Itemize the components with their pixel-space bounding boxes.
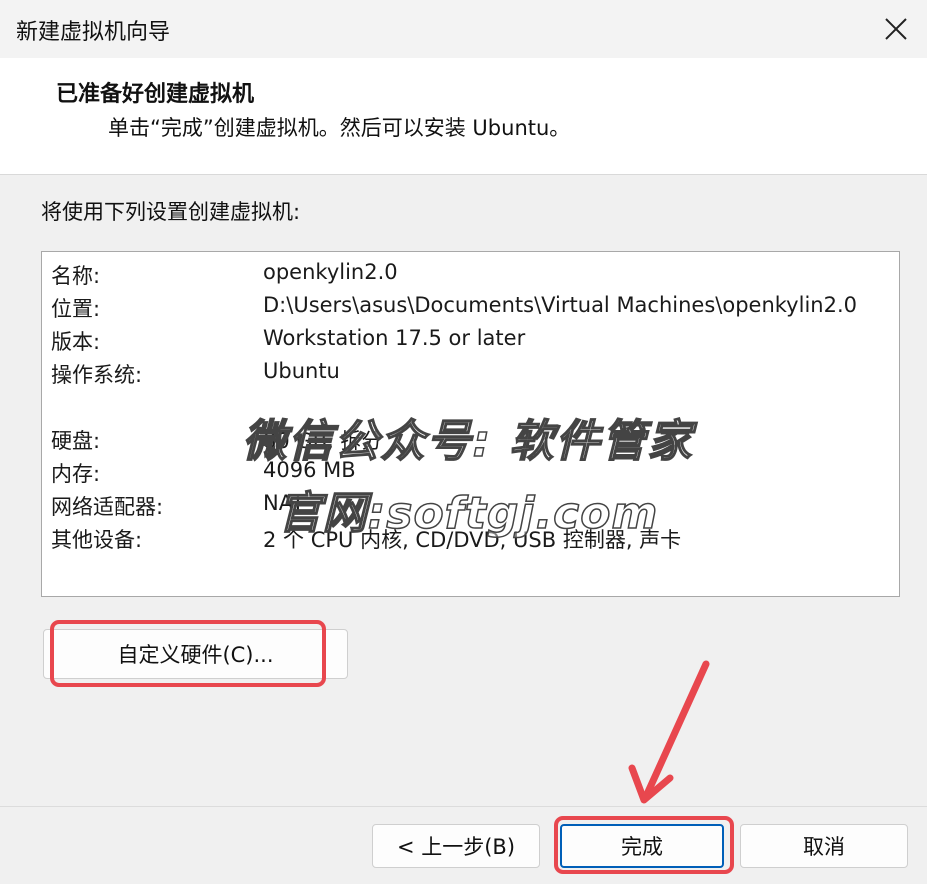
setting-row-version: 版本: Workstation 17.5 or later [42,322,899,354]
setting-label: 操作系统: [51,363,143,387]
setting-value: Ubuntu [263,359,340,383]
title-bar: 新建虚拟机向导 [0,0,927,58]
setting-row-location: 位置: D:\Users\asus\Documents\Virtual Mach… [42,289,899,321]
setting-value: Workstation 17.5 or later [263,326,526,350]
footer-divider [0,806,927,807]
close-icon [885,18,907,40]
settings-summary-box: 名称: openkylin2.0 位置: D:\Users\asus\Docum… [41,251,900,597]
setting-value: openkylin2.0 [263,260,398,284]
header-subtitle: 单击“完成”创建虚拟机。然后可以安装 Ubuntu。 [108,116,571,140]
finish-button[interactable]: 完成 [560,824,724,868]
setting-row-disk: 硬盘: 80 GB, 拆分 [42,421,899,453]
setting-value: 4096 MB [263,458,356,482]
setting-row-name: 名称: openkylin2.0 [42,256,899,288]
setting-row-memory: 内存: 4096 MB [42,454,899,486]
setting-label: 其他设备: [51,528,143,552]
setting-label: 内存: [51,462,101,486]
setting-label: 位置: [51,297,101,321]
setting-label: 版本: [51,330,101,354]
customize-hardware-button[interactable]: 自定义硬件(C)... [43,629,348,679]
header-title: 已准备好创建虚拟机 [56,82,255,107]
cancel-button[interactable]: 取消 [740,824,908,868]
setting-row-devices: 其他设备: 2 个 CPU 内核, CD/DVD, USB 控制器, 声卡 [42,520,899,552]
setting-label: 网络适配器: [51,495,164,519]
wizard-header: 已准备好创建虚拟机 单击“完成”创建虚拟机。然后可以安装 Ubuntu。 [0,58,927,175]
setting-value: D:\Users\asus\Documents\Virtual Machines… [263,293,857,317]
setting-value: 2 个 CPU 内核, CD/DVD, USB 控制器, 声卡 [263,528,682,552]
settings-intro: 将使用下列设置创建虚拟机: [41,200,301,224]
setting-row-network: 网络适配器: NAT [42,487,899,519]
pointer-arrow-icon [628,660,710,804]
back-button[interactable]: < 上一步(B) [372,824,540,868]
setting-value: 80 GB, 拆分 [263,429,383,453]
window-title: 新建虚拟机向导 [16,20,171,45]
close-button[interactable] [865,0,927,58]
setting-label: 名称: [51,264,101,288]
setting-label: 硬盘: [51,429,101,453]
setting-row-os: 操作系统: Ubuntu [42,355,899,387]
setting-value: NAT [263,491,305,515]
